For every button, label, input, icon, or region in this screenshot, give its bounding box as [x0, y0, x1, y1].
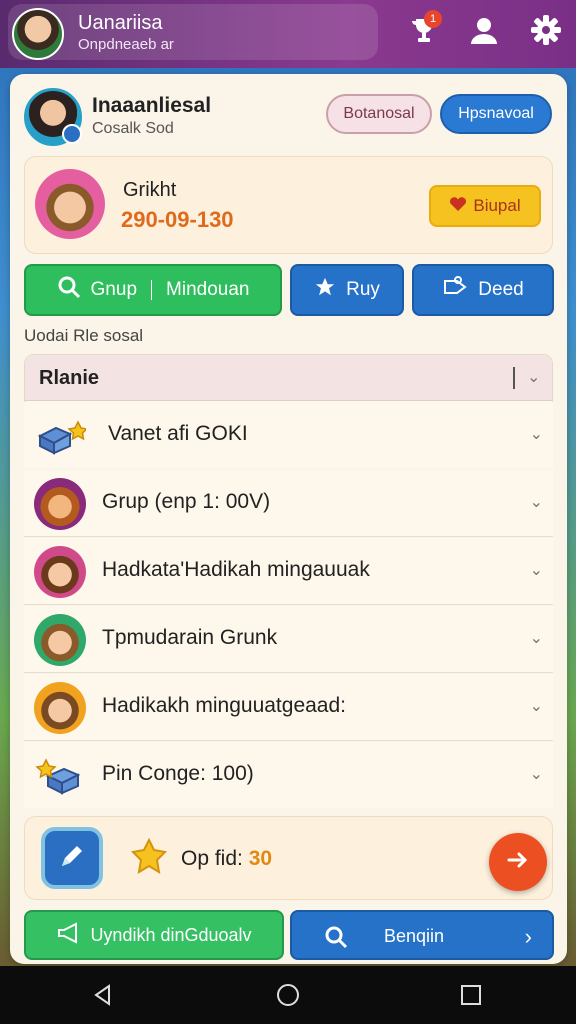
chevron-down-icon: ⌄ [529, 562, 543, 579]
character-avatar-icon [34, 682, 86, 734]
character-avatar-icon [34, 478, 86, 530]
person-icon [469, 15, 499, 50]
outline-pill-button[interactable]: Botanosal [326, 94, 432, 134]
list-item[interactable]: Hadkata'Hadikah mingauuak ⌄ [24, 538, 553, 604]
star-icon [314, 276, 336, 304]
footer-label-row: Op fid: 30 [181, 847, 272, 871]
gear-icon [530, 14, 562, 51]
list-item[interactable]: Pin Conge: 100) ⌄ [24, 742, 553, 808]
green-button-label: Uyndikh dinGduoalv [90, 924, 252, 945]
footer-value: 30 [248, 847, 273, 870]
user-name: Uanariisa [78, 12, 163, 34]
megaphone-icon [56, 921, 82, 950]
group-button[interactable]: Gnup Mindouan [24, 264, 282, 316]
list-item-label: Pin Conge: 100) [102, 762, 254, 785]
tag-icon [442, 275, 468, 305]
main-card: Inaaanliesal Cosalk Sod Botanosal Hpsnav… [10, 74, 567, 964]
list-caption: Uodai Rle sosal [24, 326, 144, 345]
group-button-label: Gnup [90, 279, 138, 300]
blue-pill-button[interactable]: Hpsnavoal [440, 94, 552, 134]
chevron-down-icon: ⌄ [529, 630, 543, 647]
action-button-row: Gnup Mindouan Ruy Deed [24, 264, 554, 316]
pencil-icon [58, 842, 86, 875]
list-item-label: Tpmudarain Grunk [102, 626, 278, 649]
user-subtitle: Onpdneaeb ar [78, 36, 174, 53]
list-item-label: Hadikakh minguuatgeaad: [102, 694, 347, 717]
home-button[interactable] [273, 982, 303, 1012]
list-item-label: Vanet afi GOKI [108, 422, 248, 445]
recents-button[interactable] [456, 982, 486, 1012]
chevron-right-icon: › [524, 924, 532, 949]
blue-button-label: Benqiin [384, 926, 445, 946]
heart-icon [449, 196, 467, 217]
deed-button-label: Deed [478, 279, 524, 300]
blue-search-button[interactable]: Benqiin › [290, 910, 554, 960]
search-icon [324, 925, 348, 954]
next-fab-button[interactable] [489, 833, 547, 891]
profile-status-icon [62, 124, 82, 144]
list-header[interactable]: Rlanie ⌄ [25, 355, 552, 401]
list-item[interactable]: Grup (enp 1: 00V) ⌄ [24, 470, 553, 536]
footer-card: Op fid: 30 [24, 816, 553, 900]
star-box-icon [34, 410, 89, 462]
settings-button[interactable] [526, 12, 566, 52]
profile-button[interactable] [464, 12, 504, 52]
system-navigation-bar [0, 966, 576, 1024]
promo-button-label: Biupal [473, 196, 521, 215]
promo-number: 290-09-130 [121, 207, 234, 232]
character-avatar-icon [34, 546, 86, 598]
chevron-down-icon: ⌄ [529, 494, 543, 511]
home-circle-icon [275, 982, 301, 1013]
header-divider [513, 367, 515, 389]
user-avatar[interactable] [12, 8, 64, 60]
list-item-label: Hadkata'Hadikah mingauuak [102, 558, 370, 581]
profile-subtitle: Cosalk Sod [92, 120, 174, 137]
button-separator [151, 280, 153, 300]
promo-card: Grikht 290-09-130 Biupal [24, 156, 553, 254]
notification-badge: 1 [424, 10, 442, 28]
bottom-button-row: Uyndikh dinGduoalv Benqiin › [24, 910, 554, 960]
search-icon [57, 275, 81, 305]
star-box-icon [34, 750, 86, 802]
list-item-label: Grup (enp 1: 00V) [102, 490, 271, 513]
profile-title: Inaaanliesal [92, 94, 212, 117]
list-divider [24, 672, 553, 673]
chevron-down-icon: ⌄ [529, 766, 543, 783]
top-app-bar: Uanariisa Onpdneaeb ar 1 [0, 0, 576, 68]
crown-star-icon [129, 837, 169, 882]
green-action-button[interactable]: Uyndikh dinGduoalv [24, 910, 284, 960]
list-divider [24, 604, 553, 605]
list-divider [24, 536, 553, 537]
deed-button[interactable]: Deed [412, 264, 554, 316]
list-item[interactable]: Hadikakh minguuatgeaad: ⌄ [24, 674, 553, 740]
list-item[interactable]: Vanet afi GOKI ⌄ [24, 402, 553, 468]
chevron-down-icon: ⌄ [529, 426, 543, 443]
trophy-button[interactable]: 1 [404, 10, 444, 52]
promo-title: Grikht [123, 179, 177, 201]
ruy-button[interactable]: Ruy [290, 264, 404, 316]
ruy-button-label: Ruy [346, 279, 380, 300]
mindouan-label: Mindouan [166, 279, 250, 300]
chevron-down-icon: ⌄ [527, 369, 541, 386]
list-item[interactable]: Tpmudarain Grunk ⌄ [24, 606, 553, 672]
back-button[interactable] [88, 982, 118, 1012]
chevron-down-icon: ⌄ [529, 698, 543, 715]
adventurer-avatar-icon [35, 169, 105, 239]
edit-button[interactable] [41, 827, 103, 889]
recents-square-icon [460, 984, 482, 1011]
arrow-right-icon [505, 847, 531, 878]
promo-button[interactable]: Biupal [429, 185, 541, 227]
character-avatar-icon [34, 614, 86, 666]
footer-label: Op fid: [181, 847, 243, 870]
list-header-title: Rlanie [39, 367, 100, 389]
back-triangle-icon [91, 983, 115, 1012]
list-divider [24, 740, 553, 741]
